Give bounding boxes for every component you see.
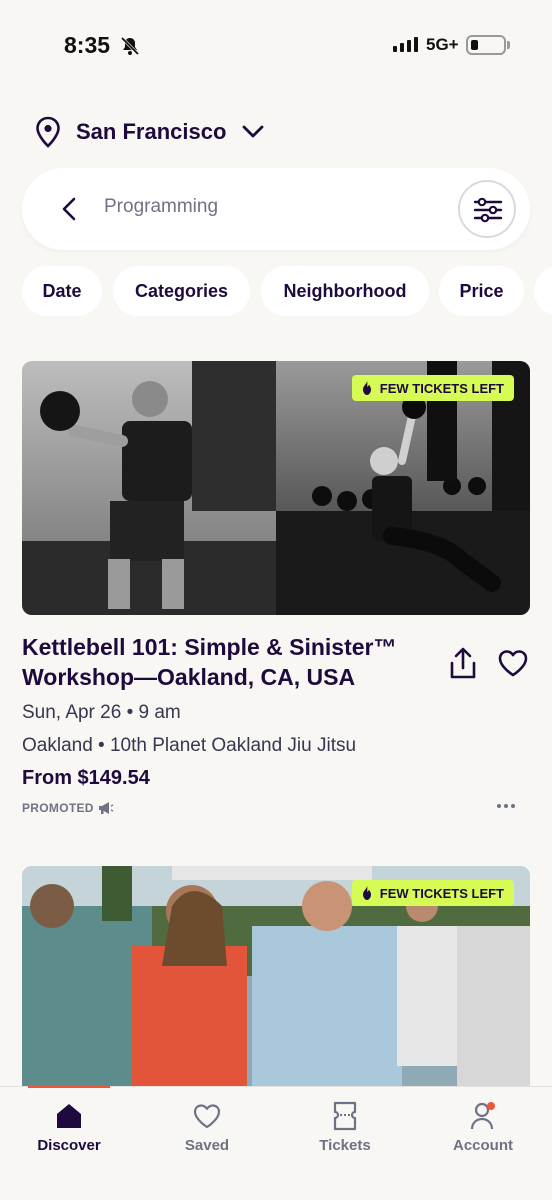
chip-more[interactable] [534, 266, 552, 316]
ticket-icon [333, 1101, 357, 1131]
tab-label: Tickets [319, 1137, 371, 1154]
few-tickets-badge: FEW TICKETS LEFT [351, 375, 514, 401]
search-input[interactable]: Programming [104, 196, 218, 218]
chip-neighborhood[interactable]: Neighborhood [261, 266, 429, 316]
location-selector[interactable]: San Francisco [34, 112, 264, 152]
heart-icon [193, 1104, 221, 1129]
tab-discover[interactable]: Discover [14, 1087, 124, 1167]
chip-categories[interactable]: Categories [113, 266, 250, 316]
chevron-down-icon [242, 125, 264, 138]
tab-label: Account [453, 1137, 513, 1154]
share-icon[interactable] [448, 646, 478, 680]
signal-icon [393, 36, 418, 52]
promoted-label: PROMOTED [22, 801, 114, 815]
event-image[interactable]: FEW TICKETS LEFT [22, 361, 530, 615]
few-tickets-badge: FEW TICKETS LEFT [351, 880, 514, 906]
location-city: San Francisco [76, 119, 227, 144]
flame-icon [362, 381, 371, 395]
network-type: 5G+ [426, 35, 459, 54]
tab-label: Discover [37, 1137, 101, 1154]
location-pin-icon [36, 116, 60, 148]
more-options-button[interactable] [497, 804, 515, 808]
tab-bar: Discover Saved Tickets Account [0, 1085, 552, 1200]
tab-account[interactable]: Account [428, 1087, 538, 1167]
battery-icon [466, 35, 506, 55]
status-bar: 8:35 5G+ [0, 0, 552, 90]
badge-label: FEW TICKETS LEFT [379, 380, 504, 396]
tab-tickets[interactable]: Tickets [290, 1087, 400, 1167]
tab-saved[interactable]: Saved [152, 1087, 262, 1167]
event-date: Sun, Apr 26 • 9 am [22, 702, 181, 723]
event-image[interactable]: FEW TICKETS LEFT [22, 866, 530, 1088]
megaphone-icon [98, 802, 114, 814]
status-time: 8:35 [64, 32, 111, 58]
sliders-icon [473, 197, 503, 223]
event-venue: Oakland • 10th Planet Oakland Jiu Jitsu [22, 735, 357, 756]
person-icon [470, 1102, 495, 1130]
search-bar[interactable]: Programming [22, 168, 530, 250]
filter-chips: Date Categories Neighborhood Price [22, 266, 552, 316]
event-title[interactable]: Kettlebell 101: Simple & Sinister™ Works… [22, 632, 442, 692]
chip-price[interactable]: Price [439, 266, 524, 316]
save-heart-icon[interactable] [497, 648, 529, 678]
tab-label: Saved [184, 1137, 230, 1154]
chip-date[interactable]: Date [22, 266, 102, 316]
flame-icon [362, 886, 371, 900]
badge-label: FEW TICKETS LEFT [379, 885, 504, 901]
event-price: From $149.54 [22, 767, 150, 789]
home-icon [57, 1104, 81, 1128]
filter-button[interactable] [458, 180, 516, 238]
back-arrow-icon[interactable] [54, 193, 86, 225]
bell-off-icon [120, 36, 140, 56]
